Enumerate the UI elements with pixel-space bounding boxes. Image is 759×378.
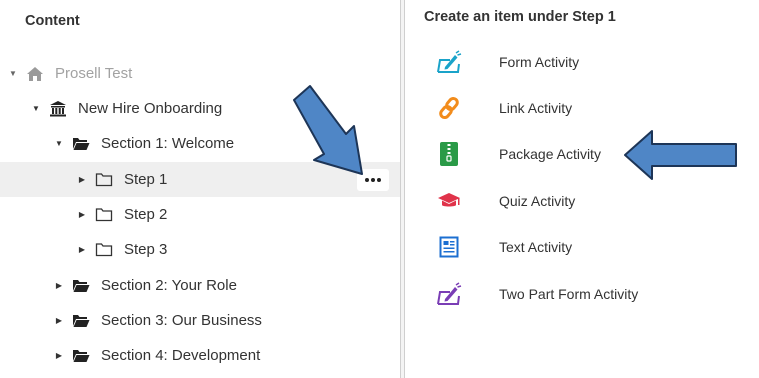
tree-item-label: Step 3 — [124, 241, 168, 258]
expand-caret-icon[interactable]: ▶ — [77, 175, 87, 185]
tree-item-label: Step 2 — [124, 206, 168, 223]
create-item-title: Create an item under Step 1 — [424, 9, 616, 25]
tree-item-section-3[interactable]: ▶ Section 3: Our Business — [0, 303, 400, 338]
folder-open-icon — [72, 347, 90, 365]
tree-item-label: Step 1 — [124, 171, 168, 188]
expand-caret-icon[interactable]: ▼ — [54, 139, 64, 149]
expand-caret-icon[interactable]: ▶ — [77, 245, 87, 255]
tree-item-label: Prosell Test — [55, 65, 133, 82]
zip-package-icon — [436, 141, 462, 167]
annotation-arrow-left — [624, 130, 737, 180]
activity-label: Link Activity — [499, 100, 573, 116]
folder-icon — [95, 206, 113, 224]
tree-item-step-2[interactable]: ▶ Step 2 — [0, 197, 400, 232]
tree-item-label: New Hire Onboarding — [78, 100, 223, 117]
expand-caret-icon[interactable]: ▶ — [77, 210, 87, 220]
form-pen-icon — [436, 49, 462, 75]
folder-open-icon — [72, 277, 90, 295]
activity-form[interactable]: Form Activity — [436, 48, 736, 76]
home-icon — [26, 65, 44, 83]
activity-link[interactable]: Link Activity — [436, 94, 736, 122]
content-tree-panel: Content ▼ Prosell Test ▼ New Hire Onboar… — [0, 0, 400, 378]
annotation-arrow-diagonal — [293, 85, 363, 175]
tree-item-section-4[interactable]: ▶ Section 4: Development — [0, 338, 400, 373]
panel-splitter[interactable] — [400, 0, 405, 378]
folder-icon — [95, 171, 113, 189]
activity-label: Form Activity — [499, 54, 580, 70]
text-document-icon — [436, 234, 462, 260]
activity-label: Two Part Form Activity — [499, 286, 639, 302]
expand-caret-icon[interactable]: ▶ — [54, 281, 64, 291]
expand-caret-icon[interactable]: ▼ — [31, 104, 41, 114]
activity-text[interactable]: Text Activity — [436, 233, 736, 261]
tree-item-label: Section 4: Development — [101, 347, 261, 364]
activity-label: Text Activity — [499, 239, 573, 255]
folder-open-icon — [72, 135, 90, 153]
folder-open-icon — [72, 312, 90, 330]
tree-item-label: Section 3: Our Business — [101, 312, 262, 329]
activity-two-part-form[interactable]: Two Part Form Activity — [436, 280, 736, 308]
link-icon — [436, 95, 462, 121]
expand-caret-icon[interactable]: ▼ — [8, 69, 18, 79]
tree-item-section-2[interactable]: ▶ Section 2: Your Role — [0, 268, 400, 303]
tree-item-label: Section 1: Welcome — [101, 135, 235, 152]
activity-quiz[interactable]: Quiz Activity — [436, 187, 736, 215]
bank-icon — [49, 100, 67, 118]
graduation-cap-icon — [436, 188, 462, 214]
expand-caret-icon[interactable]: ▶ — [54, 316, 64, 326]
expand-caret-icon[interactable]: ▶ — [54, 351, 64, 361]
create-item-panel: Create an item under Step 1 Form Activit… — [406, 0, 759, 378]
content-panel-title: Content — [25, 13, 80, 29]
activity-label: Package Activity — [499, 146, 601, 162]
folder-icon — [95, 241, 113, 259]
tree-item-label: Section 2: Your Role — [101, 277, 237, 294]
activity-label: Quiz Activity — [499, 193, 576, 209]
tree-item-step-3[interactable]: ▶ Step 3 — [0, 232, 400, 267]
form-pen-icon — [436, 281, 462, 307]
